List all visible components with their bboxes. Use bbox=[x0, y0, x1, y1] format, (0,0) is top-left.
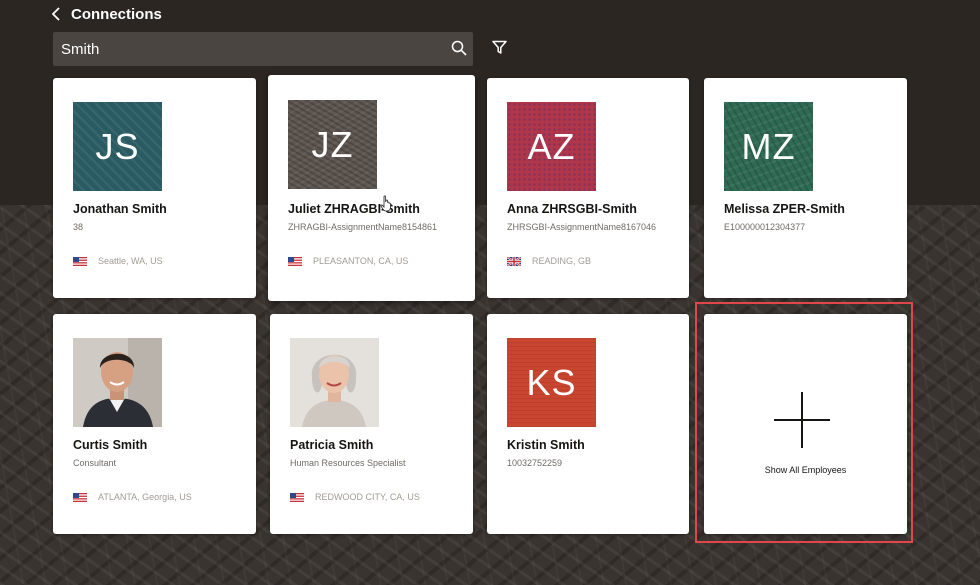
location-text: PLEASANTON, CA, US bbox=[313, 256, 409, 266]
flag-us-icon bbox=[73, 256, 87, 266]
avatar: JS bbox=[73, 102, 162, 191]
person-subtitle: Consultant bbox=[73, 458, 117, 468]
avatar: KS bbox=[507, 338, 596, 427]
person-name[interactable]: Anna ZHRSGBI-Smith bbox=[507, 202, 637, 216]
avatar-initials: MZ bbox=[741, 125, 796, 167]
page-title: Connections bbox=[71, 5, 162, 23]
person-name[interactable]: Patricia Smith bbox=[290, 438, 373, 452]
person-subtitle: 38 bbox=[73, 222, 84, 232]
person-card[interactable]: Curtis Smith Consultant ATLANTA, Georgia… bbox=[53, 314, 256, 534]
location-text: ATLANTA, Georgia, US bbox=[98, 492, 192, 502]
person-location: Seattle, WA, US bbox=[73, 256, 163, 266]
person-subtitle: 10032752259 bbox=[507, 458, 563, 468]
back-icon[interactable] bbox=[52, 7, 61, 21]
person-card[interactable]: JS Jonathan Smith 38 Seattle, WA, US bbox=[53, 78, 256, 298]
filter-icon[interactable] bbox=[492, 40, 507, 55]
avatar: AZ bbox=[507, 102, 596, 191]
page-header: Connections bbox=[52, 4, 162, 24]
search-input[interactable] bbox=[61, 32, 431, 66]
person-location: READING, GB bbox=[507, 256, 591, 266]
show-all-employees-card[interactable]: Show All Employees bbox=[704, 314, 907, 534]
person-card[interactable]: Patricia Smith Human Resources Specialis… bbox=[270, 314, 473, 534]
pointer-cursor-icon bbox=[380, 195, 391, 212]
person-photo-icon bbox=[73, 338, 162, 427]
avatar-photo bbox=[73, 338, 162, 427]
person-card[interactable]: AZ Anna ZHRSGBI-Smith ZHRSGBI-Assignment… bbox=[487, 78, 689, 298]
show-all-label: Show All Employees bbox=[764, 465, 847, 475]
location-text: REDWOOD CITY, CA, US bbox=[315, 492, 420, 502]
person-subtitle: ZHRSGBI-AssignmentName8167046 bbox=[507, 222, 657, 232]
location-text: READING, GB bbox=[532, 256, 592, 266]
person-name[interactable]: Curtis Smith bbox=[73, 438, 147, 452]
avatar-initials: JS bbox=[95, 125, 140, 167]
search-bar[interactable] bbox=[53, 32, 473, 66]
flag-us-icon bbox=[288, 256, 302, 266]
person-name[interactable]: Jonathan Smith bbox=[73, 202, 167, 216]
person-location: REDWOOD CITY, CA, US bbox=[290, 492, 420, 502]
person-card[interactable]: MZ Melissa ZPER-Smith E100000012304377 bbox=[704, 78, 907, 298]
location-text: Seattle, WA, US bbox=[98, 256, 163, 266]
person-card[interactable]: KS Kristin Smith 10032752259 bbox=[487, 314, 689, 534]
person-name[interactable]: Juliet ZHRAGBI-Smith bbox=[288, 202, 420, 216]
avatar-initials: JZ bbox=[311, 123, 354, 165]
search-icon[interactable] bbox=[451, 40, 467, 56]
person-card[interactable]: JZ Juliet ZHRAGBI-Smith ZHRAGBI-Assignme… bbox=[268, 75, 475, 301]
flag-gb-icon bbox=[507, 256, 521, 266]
person-location: PLEASANTON, CA, US bbox=[288, 256, 408, 266]
flag-us-icon bbox=[290, 492, 304, 502]
flag-us-icon bbox=[73, 492, 87, 502]
avatar-photo bbox=[290, 338, 379, 427]
person-location: ATLANTA, Georgia, US bbox=[73, 492, 192, 502]
person-subtitle: ZHRAGBI-AssignmentName8154861 bbox=[288, 222, 438, 232]
person-name[interactable]: Kristin Smith bbox=[507, 438, 585, 452]
avatar: MZ bbox=[724, 102, 813, 191]
plus-icon bbox=[774, 392, 830, 448]
person-name[interactable]: Melissa ZPER-Smith bbox=[724, 202, 845, 216]
person-photo-icon bbox=[290, 338, 379, 427]
avatar-initials: AZ bbox=[527, 125, 576, 167]
avatar-initials: KS bbox=[526, 361, 577, 403]
person-subtitle: Human Resources Specialist bbox=[290, 458, 406, 468]
avatar: JZ bbox=[288, 100, 377, 189]
person-subtitle: E100000012304377 bbox=[724, 222, 806, 232]
